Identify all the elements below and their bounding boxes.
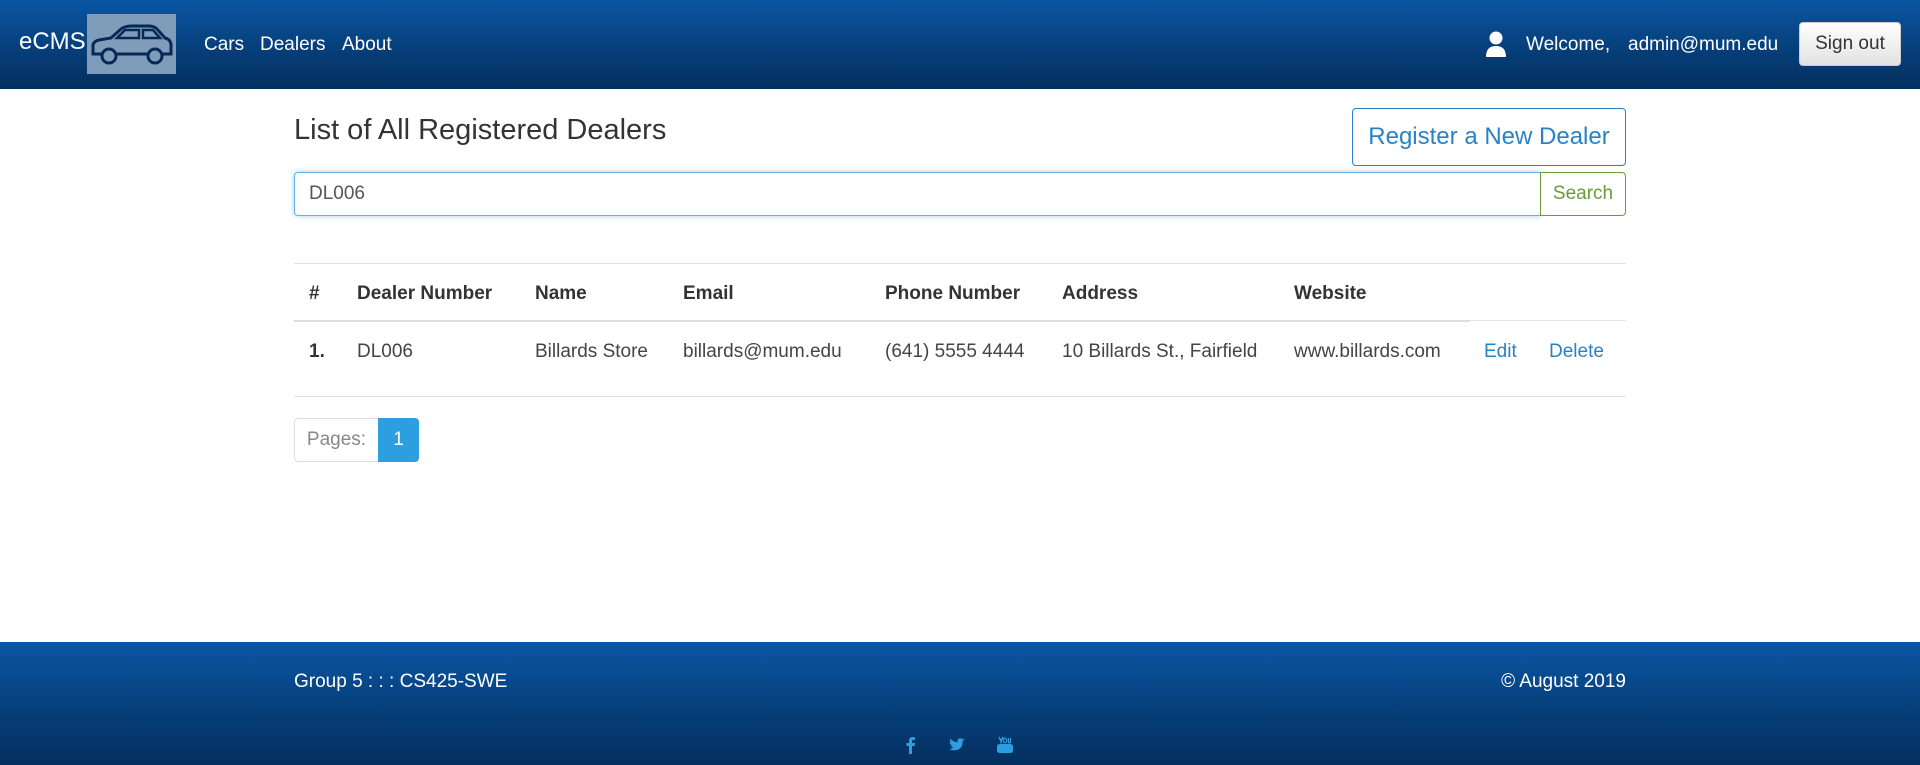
search-input[interactable] — [294, 172, 1541, 216]
footer: Group 5 : : : CS425-SWE © August 2019 — [0, 642, 1920, 765]
user-email: admin@mum.edu — [1628, 34, 1779, 55]
navbar: eCMS Cars Dealers About Welcome, admin@m… — [0, 0, 1920, 89]
table-header-divider — [294, 320, 1470, 322]
register-dealer-button[interactable]: Register a New Dealer — [1352, 108, 1626, 166]
edit-link[interactable]: Edit — [1484, 341, 1517, 363]
column-header-address: Address — [1062, 283, 1139, 304]
welcome-text: Welcome, — [1526, 34, 1611, 55]
row-address: 10 Billards St., Fairfield — [1062, 341, 1258, 362]
pagination-page-1[interactable]: 1 — [378, 418, 419, 462]
pagination-label: Pages: — [294, 418, 379, 462]
facebook-icon[interactable] — [901, 735, 921, 755]
footer-copyright: © August 2019 — [1501, 671, 1626, 692]
table-border-top — [294, 263, 1626, 264]
row-website: www.billards.com — [1294, 341, 1441, 362]
nav-link-cars[interactable]: Cars — [204, 34, 244, 56]
column-header-email: Email — [683, 283, 734, 304]
brand-name[interactable]: eCMS — [19, 28, 86, 56]
search-button[interactable]: Search — [1540, 172, 1626, 216]
column-header-index: # — [309, 283, 320, 304]
column-header-dealer-number: Dealer Number — [357, 283, 493, 304]
car-icon[interactable] — [87, 14, 176, 74]
table-border-bottom — [294, 396, 1626, 397]
table-header-divider — [1470, 320, 1626, 321]
nav-link-about[interactable]: About — [342, 34, 392, 56]
twitter-icon[interactable] — [947, 735, 967, 755]
row-index: 1. — [309, 341, 325, 362]
column-header-name: Name — [535, 283, 587, 304]
sign-out-button[interactable]: Sign out — [1799, 22, 1901, 66]
footer-group-text: Group 5 : : : CS425-SWE — [294, 671, 508, 692]
page-title: List of All Registered Dealers — [294, 114, 667, 146]
row-phone: (641) 5555 4444 — [885, 341, 1025, 362]
row-name: Billards Store — [535, 341, 648, 362]
row-dealer-number: DL006 — [357, 341, 413, 362]
nav-link-dealers[interactable]: Dealers — [260, 34, 325, 56]
row-email: billards@mum.edu — [683, 341, 842, 362]
column-header-website: Website — [1294, 283, 1367, 304]
youtube-icon[interactable] — [995, 735, 1015, 755]
user-icon — [1485, 31, 1507, 57]
column-header-phone: Phone Number — [885, 283, 1021, 304]
delete-link[interactable]: Delete — [1549, 341, 1604, 363]
